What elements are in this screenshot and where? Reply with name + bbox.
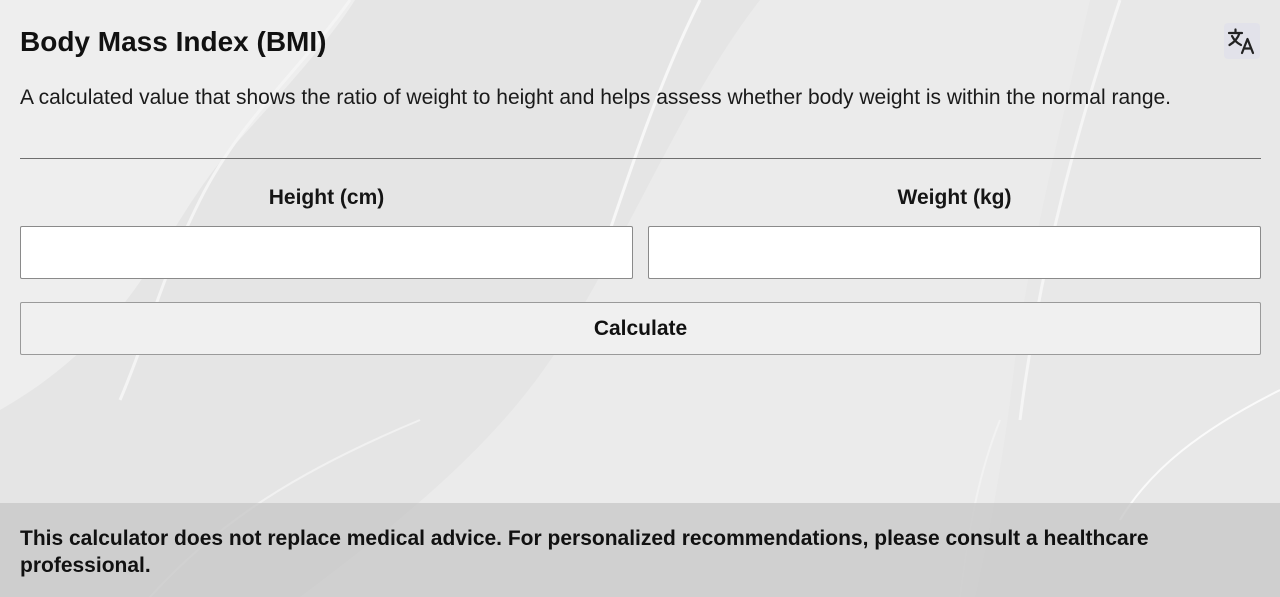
divider (20, 158, 1261, 159)
description-text: A calculated value that shows the ratio … (20, 86, 1172, 109)
page-title: Body Mass Index (BMI) (20, 26, 327, 57)
translate-icon (1227, 28, 1255, 55)
bmi-calculator-panel: Body Mass Index (BMI) A calculated value… (0, 0, 1280, 597)
height-label: Height (cm) (268, 186, 385, 209)
height-input[interactable] (20, 226, 633, 279)
weight-input[interactable] (648, 226, 1261, 279)
calculate-button[interactable]: Calculate (20, 302, 1261, 355)
language-button[interactable] (1224, 23, 1260, 59)
disclaimer-text: This calculator does not replace medical… (20, 527, 1149, 577)
weight-label: Weight (kg) (897, 186, 1012, 209)
disclaimer-footer: This calculator does not replace medical… (0, 503, 1280, 597)
